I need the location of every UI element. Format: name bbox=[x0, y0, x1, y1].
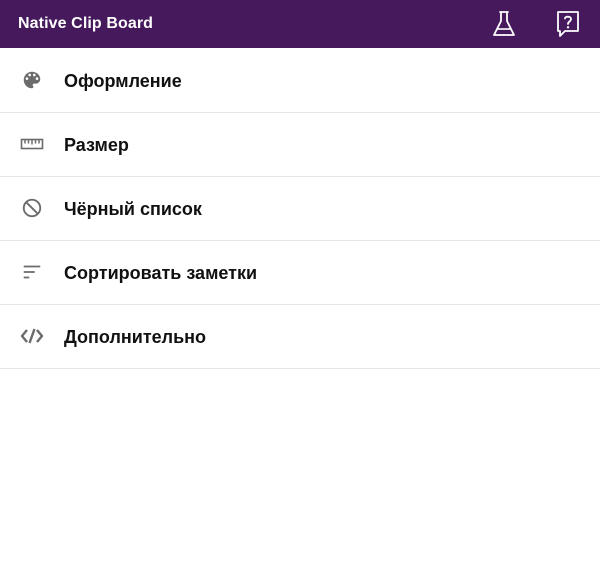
help-button[interactable] bbox=[552, 8, 584, 40]
settings-menu: Оформление Размер Чёрный список Сортиров… bbox=[0, 49, 600, 369]
menu-item-label: Чёрный список bbox=[64, 199, 202, 219]
app-title: Native Clip Board bbox=[18, 15, 154, 32]
menu-item-label: Дополнительно bbox=[64, 327, 207, 347]
menu-item-label: Размер bbox=[64, 135, 129, 155]
menu-item-appearance[interactable]: Оформление bbox=[0, 49, 600, 113]
help-icon bbox=[557, 11, 579, 37]
sort-icon bbox=[20, 260, 44, 284]
menu-item-blacklist[interactable]: Чёрный список bbox=[0, 177, 600, 241]
ruler-icon bbox=[20, 132, 44, 156]
flask-icon bbox=[493, 11, 515, 36]
code-icon bbox=[20, 324, 44, 348]
menu-item-sort-notes[interactable]: Сортировать заметки bbox=[0, 241, 600, 305]
app-bar: Native Clip Board bbox=[0, 0, 600, 48]
menu-item-size[interactable]: Размер bbox=[0, 113, 600, 177]
block-icon bbox=[20, 196, 44, 220]
flask-button[interactable] bbox=[488, 8, 520, 40]
menu-item-label: Сортировать заметки bbox=[64, 263, 258, 283]
palette-icon bbox=[20, 68, 44, 92]
menu-item-label: Оформление bbox=[64, 71, 182, 91]
menu-item-advanced[interactable]: Дополнительно bbox=[0, 305, 600, 369]
